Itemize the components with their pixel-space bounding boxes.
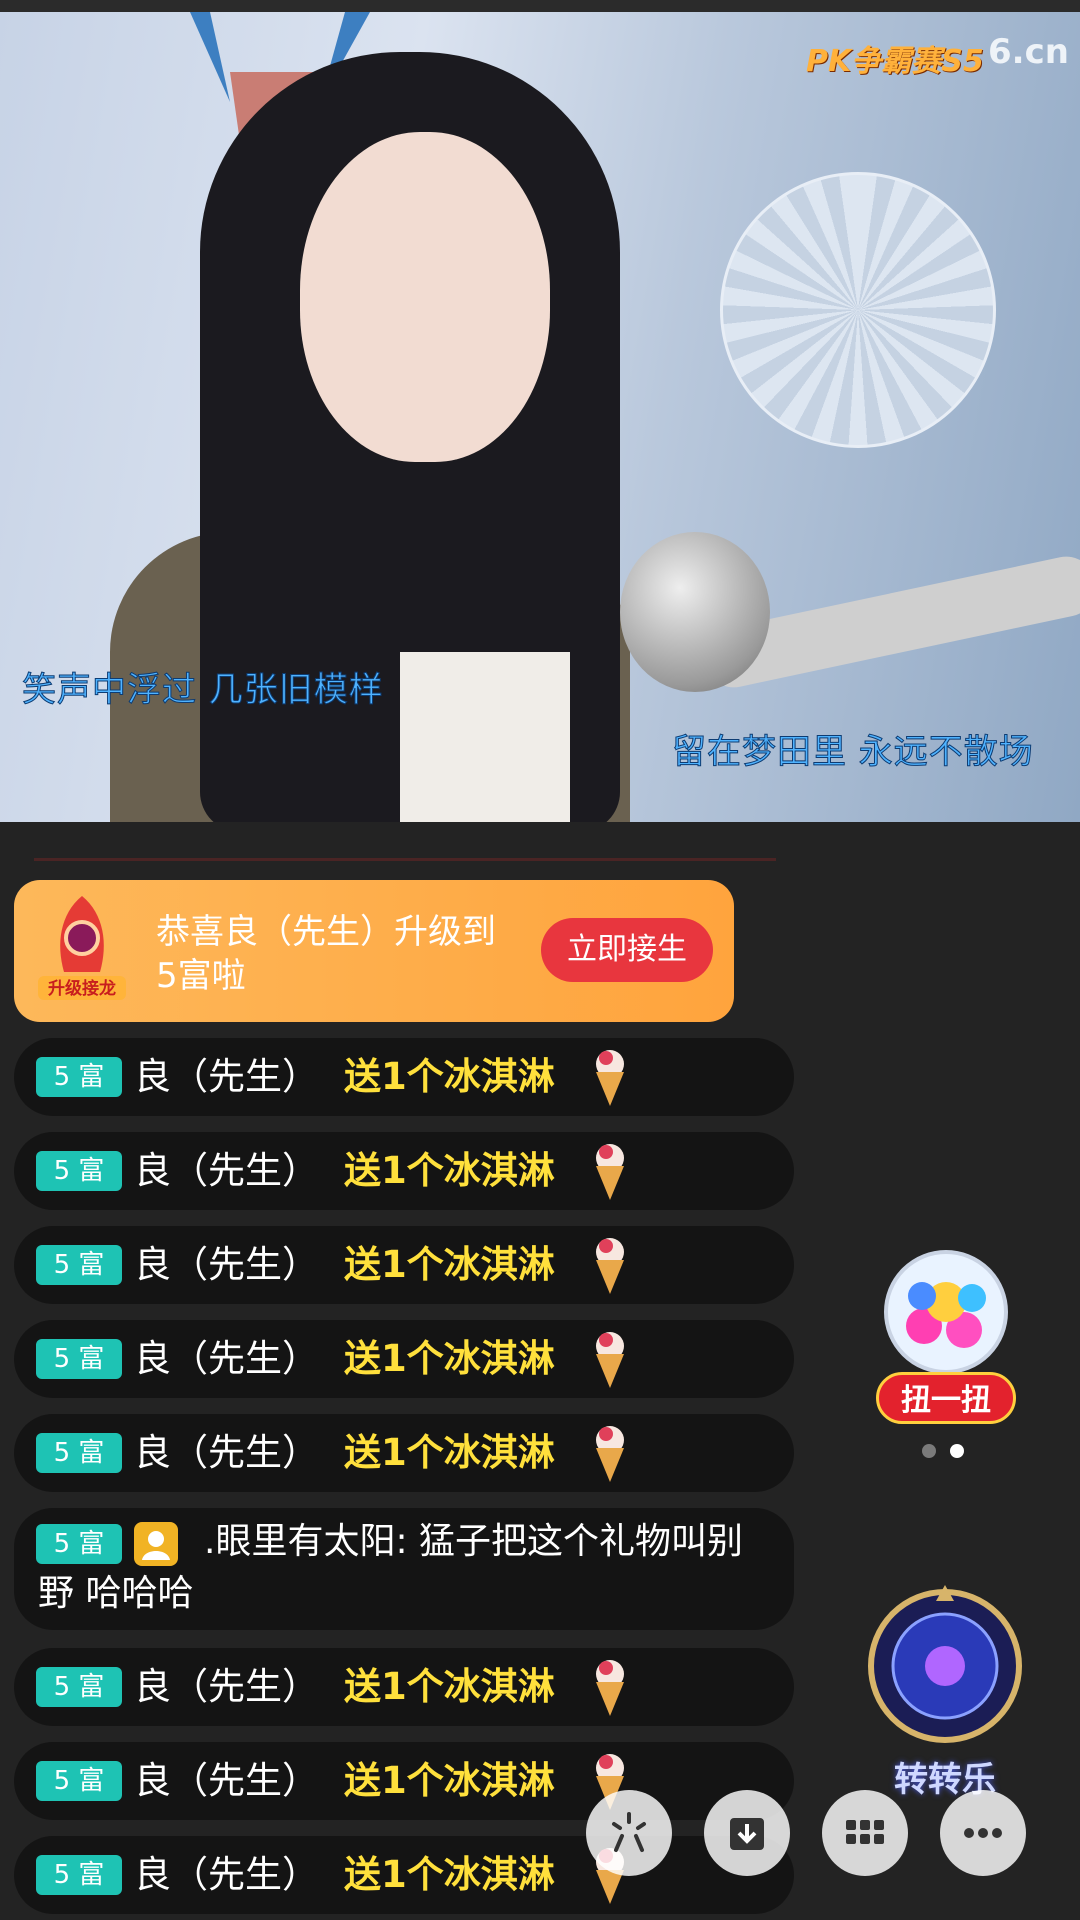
wealth-badge: 5 富 bbox=[36, 1761, 122, 1801]
carousel-dot bbox=[922, 1444, 936, 1458]
carousel-indicator bbox=[922, 1444, 972, 1460]
ice-cream-icon bbox=[596, 1332, 624, 1388]
gift-sender[interactable]: 良（先生） bbox=[134, 1335, 319, 1383]
upgrade-text: 恭喜良（先生）升级到5富啦 bbox=[156, 912, 496, 996]
join-button[interactable]: 立即接生 bbox=[541, 918, 713, 982]
gift-sender[interactable]: 良（先生） bbox=[134, 1429, 319, 1477]
chat-username: .眼里有太阳: bbox=[204, 1521, 408, 1562]
wealth-badge: 5 富 bbox=[36, 1151, 122, 1191]
wealth-badge: 5 富 bbox=[36, 1057, 122, 1097]
download-icon bbox=[730, 1818, 764, 1850]
carousel-dot-active bbox=[950, 1444, 964, 1458]
gift-text: 送1个冰淇淋 bbox=[344, 1337, 555, 1380]
chat-message[interactable]: 5 富 .眼里有太阳: 猛子把这个礼物叫别野 哈哈哈 bbox=[14, 1508, 794, 1630]
lyric-right: 留在梦田里 永远不散场 bbox=[672, 732, 1034, 773]
ice-cream-icon bbox=[596, 1660, 624, 1716]
gift-message[interactable]: 5 富良（先生） 送1个冰淇淋 bbox=[14, 1038, 794, 1116]
chat-text: .眼里有太阳: 猛子把这个礼物叫别野 哈哈哈 bbox=[38, 1516, 768, 1620]
share-icon bbox=[612, 1812, 646, 1852]
gift-text: 送1个冰淇淋 bbox=[344, 1665, 555, 1708]
pk-badge[interactable]: PK争霸赛S5 bbox=[806, 36, 984, 80]
microphone bbox=[620, 532, 770, 692]
streamer-shirt bbox=[400, 652, 570, 822]
status-strip bbox=[0, 0, 1080, 12]
gift-text: 送1个冰淇淋 bbox=[344, 1759, 555, 1802]
rocket-label: 升级接龙 bbox=[48, 978, 116, 999]
gift-message[interactable]: 5 富良（先生） 送1个冰淇淋 bbox=[14, 1742, 794, 1820]
wealth-badge: 5 富 bbox=[36, 1855, 122, 1895]
ice-cream-icon bbox=[596, 1144, 624, 1200]
streamer-face bbox=[300, 132, 550, 462]
gift-message[interactable]: 5 富良（先生） 送1个冰淇淋 bbox=[14, 1414, 794, 1492]
gift-message[interactable]: 5 富良（先生） 送1个冰淇淋 bbox=[14, 1320, 794, 1398]
umbrella-reflector bbox=[720, 172, 996, 448]
more-button[interactable] bbox=[940, 1790, 1026, 1876]
gift-text: 送1个冰淇淋 bbox=[344, 1149, 555, 1192]
gacha-button[interactable]: 扭一扭 bbox=[876, 1372, 1016, 1424]
download-button[interactable] bbox=[704, 1790, 790, 1876]
wealth-badge: 5 富 bbox=[36, 1433, 122, 1473]
gift-sender[interactable]: 良（先生） bbox=[134, 1053, 319, 1101]
gift-message[interactable]: 5 富良（先生） 送1个冰淇淋 bbox=[14, 1132, 794, 1210]
wealth-badge: 5 富 bbox=[36, 1667, 122, 1707]
spin-wheel-icon[interactable] bbox=[864, 1585, 1026, 1747]
gift-sender[interactable]: 良（先生） bbox=[134, 1851, 319, 1899]
gift-message[interactable]: 5 富良（先生） 送1个冰淇淋 bbox=[14, 1836, 794, 1914]
upgrade-banner[interactable]: 升级接龙 恭喜良（先生）升级到5富啦 立即接生 bbox=[14, 880, 734, 1022]
gift-sender[interactable]: 良（先生） bbox=[134, 1663, 319, 1711]
wealth-badge: 5 富 bbox=[36, 1339, 122, 1379]
divider bbox=[34, 858, 776, 861]
ice-cream-icon bbox=[596, 1426, 624, 1482]
site-logo: 6.cn bbox=[988, 32, 1069, 72]
live-video[interactable]: 笑声中浮过 几张旧模样 留在梦田里 永远不散场 PK争霸赛S5 6.cn bbox=[0, 12, 1080, 822]
gift-text: 送1个冰淇淋 bbox=[344, 1055, 555, 1098]
lyric-left: 笑声中浮过 几张旧模样 bbox=[22, 670, 384, 711]
ice-cream-icon bbox=[596, 1238, 624, 1294]
gift-sender[interactable]: 良（先生） bbox=[134, 1241, 319, 1289]
gift-message[interactable]: 5 富良（先生） 送1个冰淇淋 bbox=[14, 1226, 794, 1304]
gift-sender[interactable]: 良（先生） bbox=[134, 1757, 319, 1805]
ice-cream-icon bbox=[596, 1050, 624, 1106]
more-icon bbox=[964, 1828, 1002, 1838]
gift-text: 送1个冰淇淋 bbox=[344, 1431, 555, 1474]
gift-text: 送1个冰淇淋 bbox=[344, 1853, 555, 1896]
apps-button[interactable] bbox=[822, 1790, 908, 1876]
rocket-icon: 升级接龙 bbox=[38, 896, 126, 1000]
wheel-label[interactable]: 转转乐 bbox=[860, 1752, 1030, 1801]
gift-sender[interactable]: 良（先生） bbox=[134, 1147, 319, 1195]
apps-grid-icon bbox=[846, 1820, 884, 1844]
share-button[interactable] bbox=[586, 1790, 672, 1876]
wealth-badge: 5 富 bbox=[36, 1245, 122, 1285]
gift-text: 送1个冰淇淋 bbox=[344, 1243, 555, 1286]
gift-message[interactable]: 5 富良（先生） 送1个冰淇淋 bbox=[14, 1648, 794, 1726]
